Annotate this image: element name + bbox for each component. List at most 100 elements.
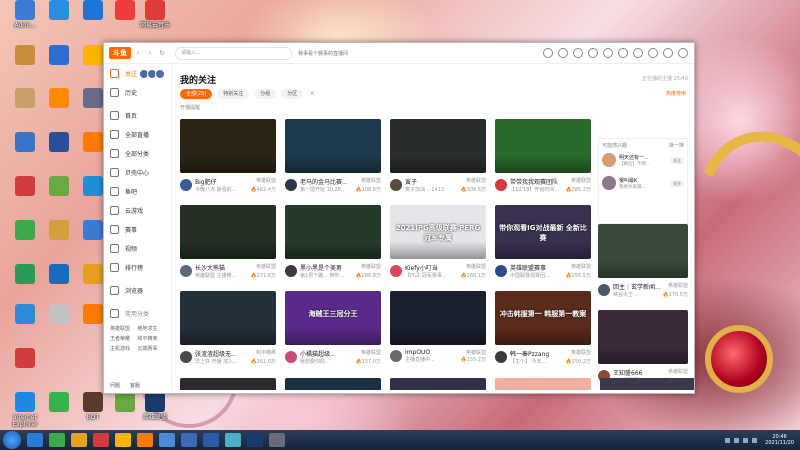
stream-thumbnail[interactable] [598, 310, 688, 364]
avatar[interactable] [390, 265, 402, 277]
stream-card[interactable]: impOUO 英雄联盟 主播直播中... 🔥155.2万 [390, 291, 486, 377]
streamer-name[interactable]: 黑小黑是个美男 [300, 263, 342, 272]
taskbar-app-button[interactable] [115, 433, 131, 447]
streamer-name[interactable]: 小橘猫超级... [300, 349, 336, 358]
stream-category[interactable]: 英雄联盟 [668, 368, 688, 377]
avatar[interactable] [285, 351, 297, 363]
common-category[interactable]: 英雄联盟 [110, 325, 138, 332]
box-icon[interactable] [588, 48, 598, 58]
stream-thumbnail[interactable] [180, 291, 276, 345]
close-icon[interactable] [678, 48, 688, 58]
follow-button[interactable]: 关注 [670, 179, 684, 187]
stream-thumbnail[interactable]: 海贼王三冠分王 [285, 291, 381, 345]
refresh-button[interactable]: ↻ [157, 49, 167, 57]
streamer-name[interactable]: Kiefy小叮当 [405, 263, 438, 272]
streamer-name[interactable]: Big肥仔 [195, 177, 217, 186]
service-link[interactable]: 客服 [130, 382, 140, 389]
volume-icon[interactable] [752, 437, 758, 443]
avatar[interactable] [598, 284, 610, 296]
message-icon[interactable] [573, 48, 583, 58]
heart-icon[interactable] [558, 48, 568, 58]
common-category[interactable]: 王者荣耀 [110, 335, 138, 342]
history-icon[interactable] [543, 48, 553, 58]
streamer-name[interactable]: 老马的金马比赛... [300, 177, 348, 186]
stream-card[interactable]: 带你观看IG对战最新 全新比赛 英雄联盟赛事 英雄联盟 中国联赛观赛团... 🔥255.… [495, 205, 591, 291]
stream-thumbnail[interactable] [285, 205, 381, 259]
search-input[interactable]: 请输入... [175, 46, 292, 60]
taskbar-app-button[interactable] [49, 433, 65, 447]
avatar[interactable] [390, 179, 402, 191]
avatar[interactable] [602, 153, 616, 167]
stream-card[interactable]: 冲击韩服第一 韩服第一教案 韩一秦Pzzang 英雄联盟 【主个】 今天... 🔥150… [495, 291, 591, 377]
stream-category[interactable]: 英雄联盟 [361, 263, 381, 272]
gift-icon[interactable] [603, 48, 613, 58]
tray-icon[interactable] [734, 437, 740, 443]
taskbar-app-button[interactable] [247, 433, 263, 447]
taskbar-app-button[interactable] [71, 433, 87, 447]
stream-category[interactable]: 英雄联盟 [466, 263, 486, 272]
stream-card[interactable]: 老马的金马比赛... 英雄联盟 第一把开始 10.28... 🔥108.6万 [285, 119, 381, 205]
stream-card[interactable]: 黑小黑是个美男 英雄联盟 第1把下路... 带你... 🔥286.8万 [285, 205, 381, 291]
avatar[interactable] [180, 265, 192, 277]
sidebar-item[interactable]: 浏览器 [104, 281, 171, 300]
sidebar-item[interactable]: 赛事 [104, 220, 171, 239]
stream-category[interactable]: 英雄联盟 [571, 349, 591, 358]
stream-thumbnail[interactable] [285, 378, 381, 390]
desktop-icon[interactable]: 英雄联盟 [130, 392, 180, 421]
stream-card[interactable]: 海贼王三冠分王 小橘猫超级... 英雄联盟 我想要你的... 🔥157.0万 [285, 291, 381, 377]
recommend-item[interactable]: 猴叫最K 我要你来跟... 关注 [602, 176, 684, 190]
stream-thumbnail[interactable] [180, 205, 276, 259]
stream-card[interactable]: 长沙大熊猫 英雄联盟 英雄联盟 主播带... 🔥271.6万 [180, 205, 276, 291]
filter-chip[interactable]: 分区 [281, 89, 304, 99]
sidebar-item[interactable]: 鱼吧 [104, 182, 171, 201]
taskbar-app-button[interactable] [93, 433, 109, 447]
stream-card[interactable]: 寅子 英雄联盟 寅子加油 ...1413 🔥309.6万 [390, 119, 486, 205]
stream-thumbnail[interactable] [600, 378, 694, 390]
avatar[interactable] [495, 265, 507, 277]
stream-thumbnail[interactable]: 带你观看IG对战最新 全新比赛 [495, 205, 591, 259]
streamer-name[interactable]: 长沙大熊猫 [195, 263, 225, 272]
avatar[interactable] [495, 179, 507, 191]
recommend-item[interactable]: 明天还有一... 【赛后】不明... 关注 [602, 153, 684, 167]
common-category[interactable]: 和平精英 [138, 335, 166, 342]
avatar[interactable] [285, 179, 297, 191]
streamer-name[interactable]: 王知盛666 [613, 368, 642, 377]
stream-thumbnail[interactable]: 2021IPG高级联赛 PERG冠军专属 [390, 205, 486, 259]
tray-icon[interactable] [725, 437, 731, 443]
streamer-name[interactable]: impOUO [405, 349, 430, 356]
stream-category[interactable]: 英雄联盟 [571, 263, 591, 272]
filter-chip[interactable]: 特别关注 [217, 89, 250, 99]
stream-category[interactable]: 英雄联盟 [361, 349, 381, 358]
stream-thumbnail[interactable] [495, 378, 591, 390]
recommend-refresh[interactable]: 换一换 [669, 142, 684, 149]
streamer-name[interactable]: 回主｜玄学新闻... [613, 282, 661, 291]
stream-category[interactable]: 英雄联盟 [361, 177, 381, 186]
follow-button[interactable]: 关注 [670, 156, 684, 164]
stream-thumbnail[interactable] [180, 378, 276, 390]
sidebar-item[interactable]: 关注 [104, 64, 171, 83]
search-hint[interactable]: 赛事看个赛事的直播间 [298, 50, 348, 57]
filter-chip[interactable]: 全部(25) [180, 89, 213, 99]
stream-thumbnail[interactable] [495, 119, 591, 173]
app-logo[interactable]: 斗鱼 [109, 47, 131, 59]
stream-thumbnail[interactable] [285, 119, 381, 173]
stream-category[interactable]: 和平精英 [256, 349, 276, 358]
taskbar-app-button[interactable] [225, 433, 241, 447]
back-button[interactable]: ‹ [133, 49, 143, 57]
stream-thumbnail[interactable]: 冲击韩服第一 韩服第一教案 [495, 291, 591, 345]
taskbar-app-button[interactable] [181, 433, 197, 447]
sidebar-item[interactable]: 历史 [104, 83, 171, 102]
avatar[interactable] [602, 176, 616, 190]
sidebar-item[interactable]: 视频 [104, 239, 171, 258]
desktop-icon[interactable]: 网易云音乐 [130, 0, 180, 29]
stream-thumbnail[interactable] [390, 378, 486, 390]
filter-chip[interactable]: 分组 [254, 89, 277, 99]
stream-card[interactable]: 2021IPG高级联赛 PERG冠军专属 Kiefy小叮当 英雄联盟 【PG】冠军赛事… [390, 205, 486, 291]
settings-icon[interactable] [633, 48, 643, 58]
sidebar-item[interactable]: 全部直播 [104, 125, 171, 144]
avatar[interactable] [180, 351, 192, 363]
user-icon[interactable] [618, 48, 628, 58]
sort-button[interactable]: 热度排序 [666, 90, 686, 97]
start-button[interactable] [3, 431, 21, 449]
common-category[interactable]: 绝地求生 [138, 325, 166, 332]
